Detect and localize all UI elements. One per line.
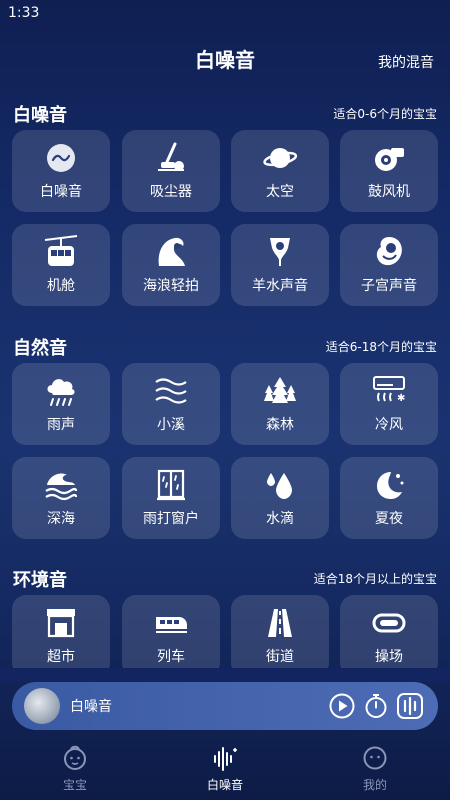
deep-sea-icon — [43, 467, 79, 503]
street-icon — [262, 605, 298, 641]
blower-icon — [371, 140, 407, 176]
sound-tile-deep-sea[interactable]: 深海 — [12, 457, 110, 539]
scroll-fade — [0, 668, 450, 682]
player-cover-art — [24, 688, 60, 724]
sound-tile-space[interactable]: 太空 — [231, 130, 329, 212]
status-bar: 1:33 — [0, 0, 450, 26]
sound-tile-label: 海浪轻拍 — [143, 278, 199, 294]
timer-icon[interactable] — [362, 692, 390, 720]
planet-icon — [262, 140, 298, 176]
ocean-wave-icon — [153, 234, 189, 270]
sound-tile-label: 子宫声音 — [361, 278, 417, 294]
section-title-white-noise: 白噪音 — [13, 105, 67, 126]
section-title-ambient: 环境音 — [13, 570, 67, 591]
sound-tile-street[interactable]: 街道 — [231, 595, 329, 677]
sound-tile-label: 鼓风机 — [368, 184, 410, 200]
app-header: 白噪音 我的混音 — [0, 40, 450, 76]
wave-icon — [43, 140, 79, 176]
sound-tile-label: 小溪 — [157, 417, 185, 433]
sound-tile-label: 羊水声音 — [252, 278, 308, 294]
rain-window-icon — [153, 467, 189, 503]
svg-text:✱: ✱ — [397, 393, 405, 404]
tab-mine[interactable]: 我的 — [300, 738, 450, 800]
sound-tile-womb[interactable]: 子宫声音 — [340, 224, 438, 306]
sound-tile-label: 超市 — [47, 649, 75, 665]
my-mix-link[interactable]: 我的混音 — [378, 52, 434, 72]
sound-tile-vacuum[interactable]: 吸尘器 — [122, 130, 220, 212]
sound-tile-ocean-wave[interactable]: 海浪轻拍 — [122, 224, 220, 306]
sound-tile-label: 冷风 — [375, 417, 403, 433]
stream-icon — [153, 373, 189, 409]
status-time: 1:33 — [8, 5, 40, 21]
bottom-tab-bar: 宝宝 白噪音 我的 — [0, 738, 450, 800]
supermarket-icon — [43, 605, 79, 641]
sound-tile-label: 机舱 — [47, 278, 75, 294]
sound-tile-water-drop[interactable]: 水滴 — [231, 457, 329, 539]
water-drop-icon — [262, 467, 298, 503]
sound-tile-cold-wind[interactable]: ✱ 冷风 — [340, 363, 438, 445]
sound-tile-label: 雨打窗户 — [143, 511, 199, 527]
profile-face-icon — [361, 744, 389, 772]
train-icon — [153, 605, 189, 641]
section-note-white-noise: 适合0-6个月的宝宝 — [333, 107, 437, 121]
cable-car-icon — [43, 234, 79, 270]
forest-icon — [262, 373, 298, 409]
sound-tile-label: 吸尘器 — [150, 184, 192, 200]
air-conditioner-icon: ✱ — [371, 373, 407, 409]
sound-tile-label: 雨声 — [47, 417, 75, 433]
mini-player[interactable]: 白噪音 — [12, 682, 438, 730]
tab-label: 我的 — [362, 778, 387, 792]
sound-tile-label: 太空 — [266, 184, 294, 200]
tab-label: 白噪音 — [206, 778, 243, 792]
player-title: 白噪音 — [70, 699, 112, 715]
sound-tile-label: 水滴 — [266, 511, 294, 527]
tab-baby[interactable]: 宝宝 — [0, 738, 150, 800]
sound-tile-blower[interactable]: 鼓风机 — [340, 130, 438, 212]
tab-white-noise[interactable]: 白噪音 — [150, 738, 300, 800]
moon-stars-icon — [371, 467, 407, 503]
section-note-nature: 适合6-18个月的宝宝 — [325, 340, 437, 354]
sound-tile-stream[interactable]: 小溪 — [122, 363, 220, 445]
sound-tile-amniotic[interactable]: 羊水声音 — [231, 224, 329, 306]
sound-tile-white-noise[interactable]: 白噪音 — [12, 130, 110, 212]
sound-tile-rain[interactable]: 雨声 — [12, 363, 110, 445]
sound-tile-label: 深海 — [47, 511, 75, 527]
play-icon[interactable] — [328, 692, 356, 720]
sound-tile-forest[interactable]: 森林 — [231, 363, 329, 445]
section-note-ambient: 适合18个月以上的宝宝 — [313, 572, 437, 586]
vacuum-icon — [153, 140, 189, 176]
sound-tile-label: 白噪音 — [40, 184, 82, 200]
sound-tile-label: 夏夜 — [375, 511, 403, 527]
sound-tile-supermarket[interactable]: 超市 — [12, 595, 110, 677]
sound-tile-cabin[interactable]: 机舱 — [12, 224, 110, 306]
sound-tile-label: 操场 — [375, 649, 403, 665]
sound-tile-label: 街道 — [266, 649, 294, 665]
sound-tile-rain-window[interactable]: 雨打窗户 — [122, 457, 220, 539]
amniotic-icon — [262, 234, 298, 270]
sound-tile-summer-night[interactable]: 夏夜 — [340, 457, 438, 539]
section-title-nature: 自然音 — [13, 338, 67, 359]
rain-cloud-icon — [43, 373, 79, 409]
sound-tile-label: 森林 — [266, 417, 294, 433]
sound-wave-icon — [211, 744, 239, 772]
sound-tile-label: 列车 — [157, 649, 185, 665]
baby-face-icon — [61, 744, 89, 772]
mixer-icon[interactable] — [396, 692, 424, 720]
playground-icon — [371, 605, 407, 641]
tab-label: 宝宝 — [62, 778, 87, 792]
sound-tile-train[interactable]: 列车 — [122, 595, 220, 677]
womb-icon — [371, 234, 407, 270]
sound-tile-playground[interactable]: 操场 — [340, 595, 438, 677]
